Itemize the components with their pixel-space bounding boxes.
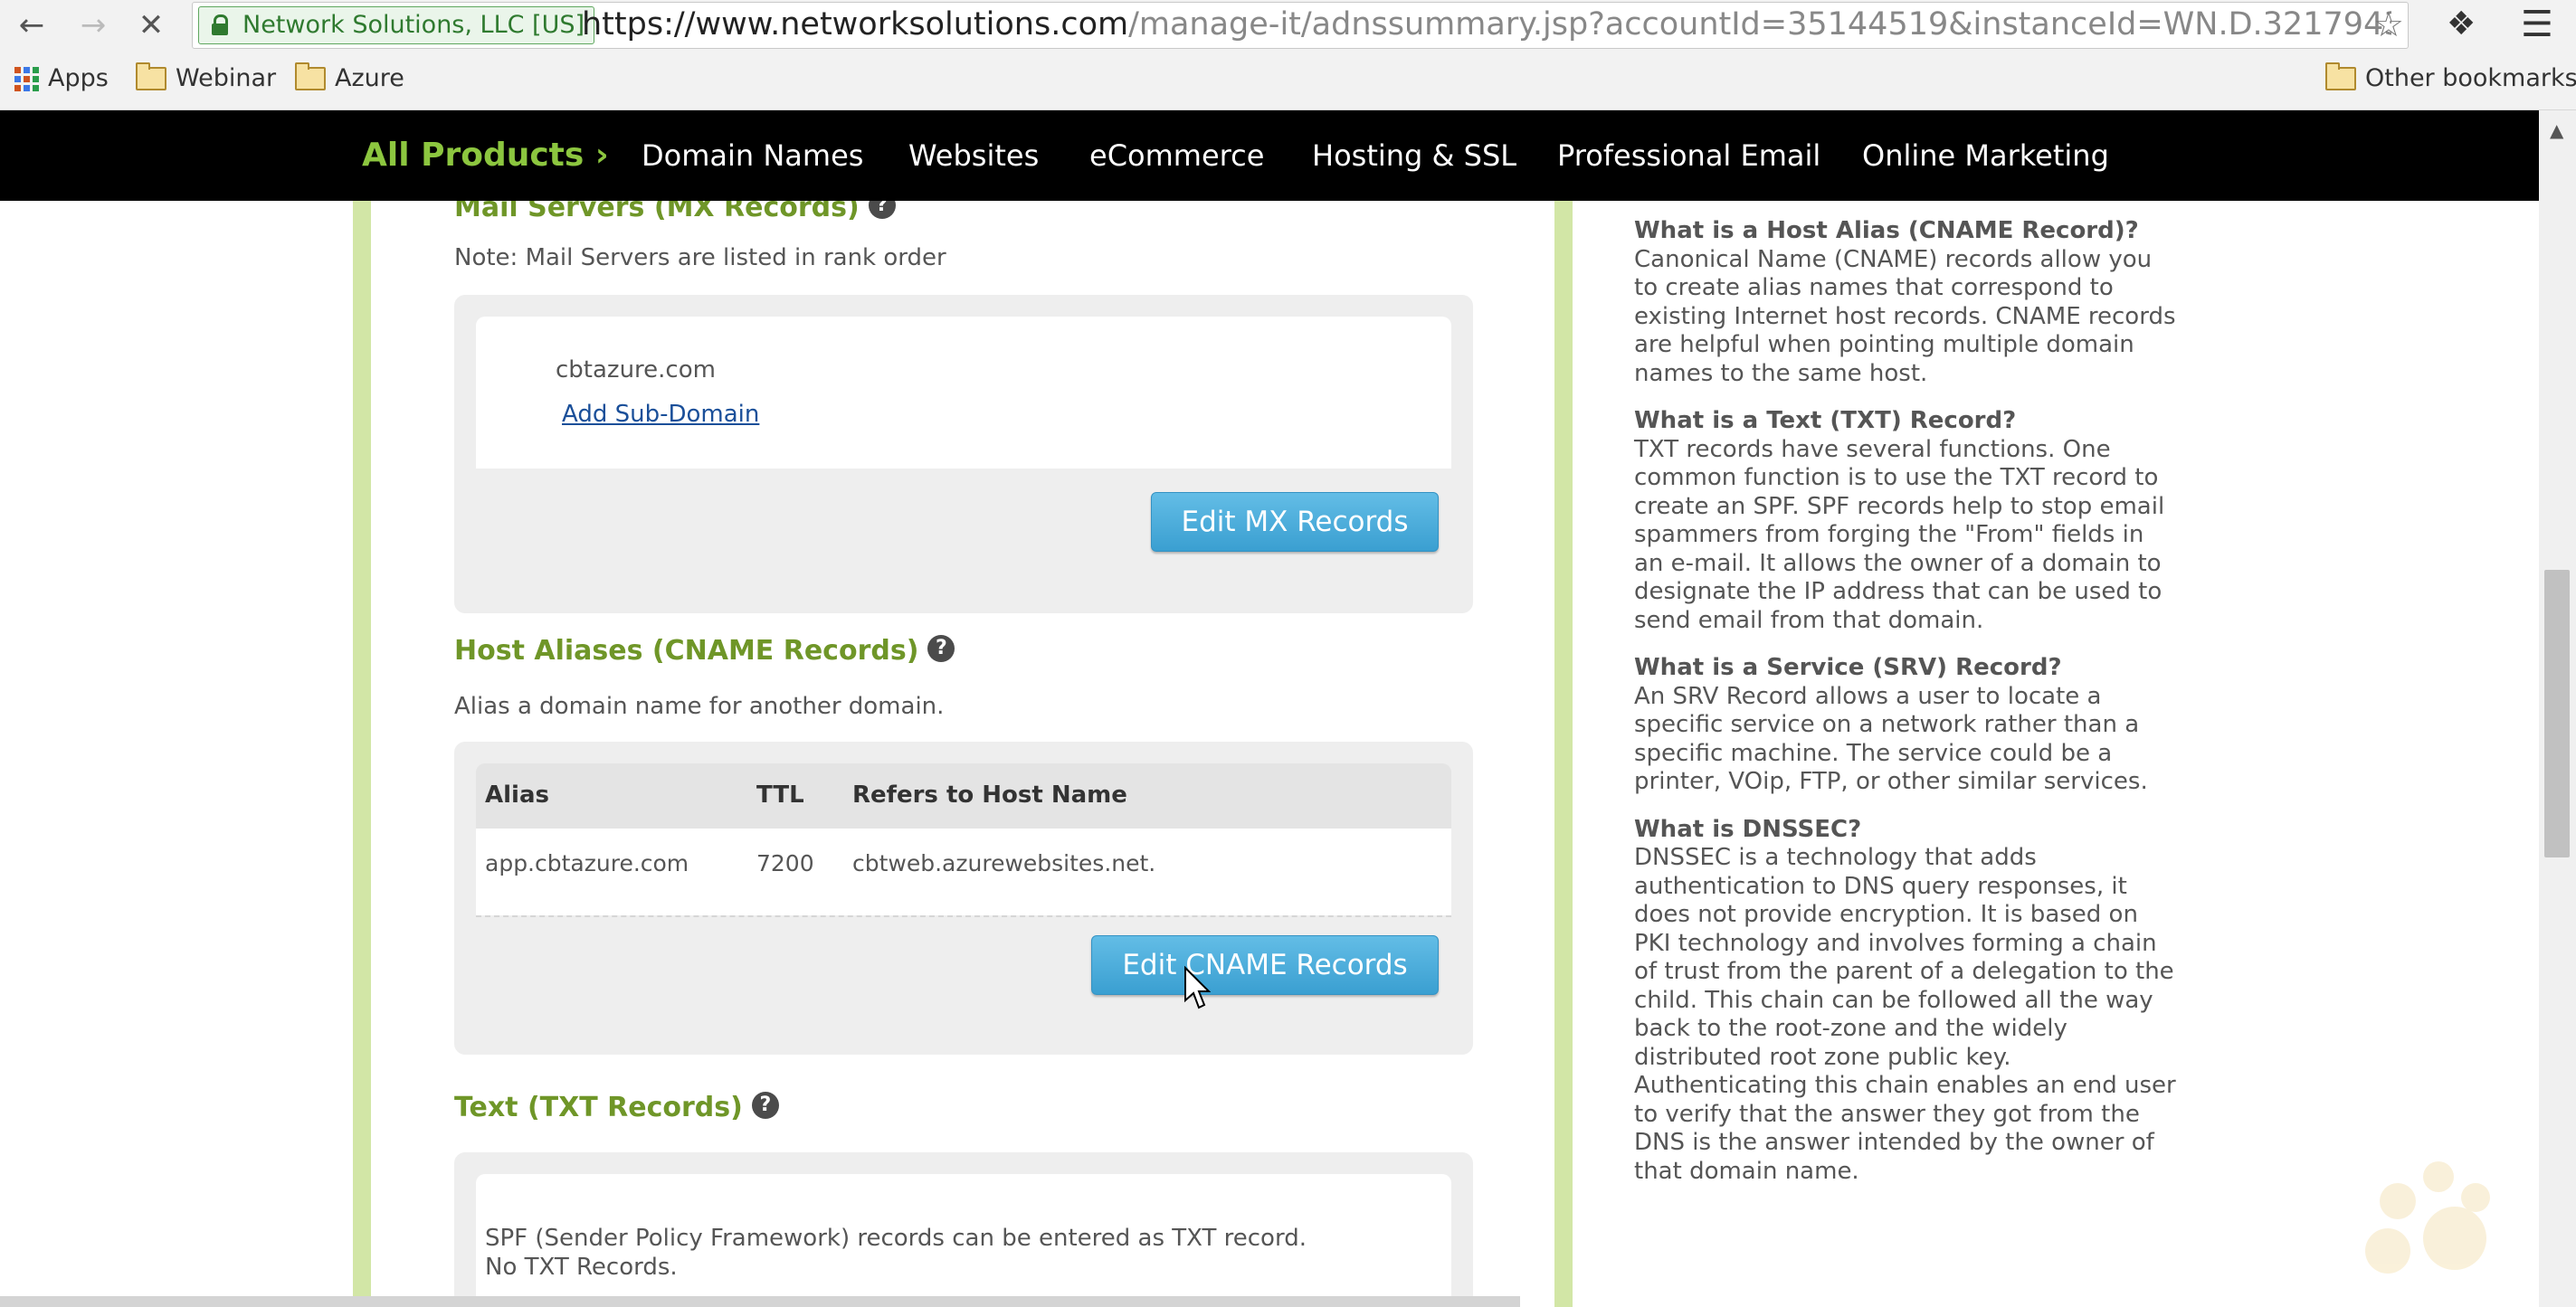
column-header-ttl: TTL [756,781,804,809]
vertical-scrollbar[interactable]: ▲ [2539,110,2576,1307]
stop-loading-icon[interactable]: ✕ [127,4,176,47]
folder-icon [295,62,326,90]
edit-cname-records-button[interactable]: Edit CNAME Records [1091,935,1439,995]
nav-professional-email[interactable]: Professional Email [1557,110,1820,201]
scroll-up-arrow-icon[interactable]: ▲ [2550,119,2563,141]
bookmark-label: Azure [335,64,404,92]
folder-icon [2325,62,2356,90]
bookmark-azure[interactable]: Azure [295,62,404,94]
address-bar[interactable]: Network Solutions, LLC [US] https://www.… [192,2,2409,49]
ev-certificate-badge[interactable]: Network Solutions, LLC [US] [198,6,595,44]
bookmark-other[interactable]: Other bookmarks [2325,62,2576,94]
help-sidebar: What is a Host Alias (CNAME Record)? Can… [1634,217,2177,1205]
nav-websites[interactable]: Websites [908,110,1039,201]
cname-table-header: Alias TTL Refers to Host Name [476,763,1451,829]
edit-mx-records-button[interactable]: Edit MX Records [1151,492,1439,552]
cname-alias-cell: app.cbtazure.com [485,850,689,876]
help-icon[interactable]: ? [927,635,955,662]
help-icon[interactable]: ? [868,201,896,219]
browser-toolbar: ← → ✕ Network Solutions, LLC [US] https:… [0,0,2576,51]
back-arrow-icon[interactable]: ← [7,4,56,47]
paw-logo-icon [2363,1156,2499,1283]
bookmark-label: Apps [48,64,109,92]
txt-records-title: Text (TXT Records) [454,1092,743,1123]
horizontal-scrollbar[interactable] [0,1296,1520,1307]
txt-empty-message: No TXT Records. [485,1254,678,1281]
bookmarks-bar: Apps Webinar Azure Other bookmarks [0,51,2576,110]
mx-records-panel: cbtazure.com Add Sub-Domain Edit MX Reco… [454,295,1473,613]
url-host: https://www.networksolutions.com [582,6,1129,43]
left-column-border [353,201,371,1307]
mx-domain-name: cbtazure.com [556,356,716,384]
nav-hosting-ssl[interactable]: Hosting & SSL [1312,110,1516,201]
ev-certificate-label: Network Solutions, LLC [US] [242,11,585,39]
help-question-srv: What is a Service (SRV) Record? [1634,654,2062,681]
mx-records-list: cbtazure.com Add Sub-Domain [476,317,1451,469]
txt-spf-note: SPF (Sender Policy Framework) records ca… [485,1225,1307,1252]
add-subdomain-link[interactable]: Add Sub-Domain [562,401,759,428]
forward-arrow-icon[interactable]: → [69,4,118,47]
url-text[interactable]: https://www.networksolutions.com/manage-… [582,3,2391,46]
table-row: app.cbtazure.com 7200 cbtweb.azurewebsit… [476,829,1451,915]
scrollbar-thumb[interactable] [2544,570,2570,857]
nav-domain-names[interactable]: Domain Names [642,110,863,201]
help-answer-txt: TXT records have several functions. One … [1634,435,2165,634]
site-navigation: All Products › Domain Names Websites eCo… [0,110,2539,201]
bookmark-webinar[interactable]: Webinar [136,62,277,94]
column-header-host: Refers to Host Name [852,781,1127,809]
cname-host-cell: cbtweb.azurewebsites.net. [852,850,1156,876]
extension-icon[interactable]: ❖ [2447,5,2476,43]
help-question-txt: What is a Text (TXT) Record? [1634,407,2017,434]
mouse-cursor-icon [1184,966,1211,1009]
txt-records-panel: SPF (Sender Policy Framework) records ca… [454,1152,1473,1307]
right-column-border [1554,201,1573,1307]
mx-records-heading: Mail Servers (MX Records)? [454,201,896,223]
apps-grid-icon [14,66,39,91]
help-question-cname: What is a Host Alias (CNAME Record)? [1634,217,2139,244]
mx-records-title: Mail Servers (MX Records) [454,201,860,223]
lock-icon [212,14,228,35]
row-divider [476,915,1451,917]
bookmark-star-icon[interactable]: ☆ [2373,5,2404,44]
cname-records-title: Host Aliases (CNAME Records) [454,635,919,667]
txt-records-box: SPF (Sender Policy Framework) records ca… [476,1174,1451,1307]
bookmark-apps[interactable]: Apps [14,63,109,94]
cname-note: Alias a domain name for another domain. [454,693,945,720]
cname-records-panel: Alias TTL Refers to Host Name app.cbtazu… [454,742,1473,1055]
help-answer-dnssec: DNSSEC is a technology that adds authent… [1634,844,2176,1185]
nav-online-marketing[interactable]: Online Marketing [1862,110,2109,201]
txt-records-heading: Text (TXT Records)? [454,1092,779,1123]
help-answer-srv: An SRV Record allows a user to locate a … [1634,682,2148,796]
help-answer-cname: Canonical Name (CNAME) records allow you… [1634,245,2176,387]
nav-ecommerce[interactable]: eCommerce [1089,110,1264,201]
cname-records-heading: Host Aliases (CNAME Records)? [454,635,955,667]
page-content: Mail Servers (MX Records)? Note: Mail Se… [0,201,2539,1307]
help-icon[interactable]: ? [751,1092,779,1119]
browser-menu-icon[interactable]: ☰ [2521,4,2553,45]
url-path: /manage-it/adnssummary.jsp?accountId=351… [1128,6,2391,43]
folder-icon [136,62,166,90]
mx-note: Note: Mail Servers are listed in rank or… [454,244,946,271]
help-question-dnssec: What is DNSSEC? [1634,815,1862,843]
bookmark-label: Webinar [176,64,277,92]
column-header-alias: Alias [485,781,549,809]
nav-all-products[interactable]: All Products › [362,110,609,201]
bookmark-label: Other bookmarks [2365,64,2576,92]
cname-ttl-cell: 7200 [756,850,814,876]
